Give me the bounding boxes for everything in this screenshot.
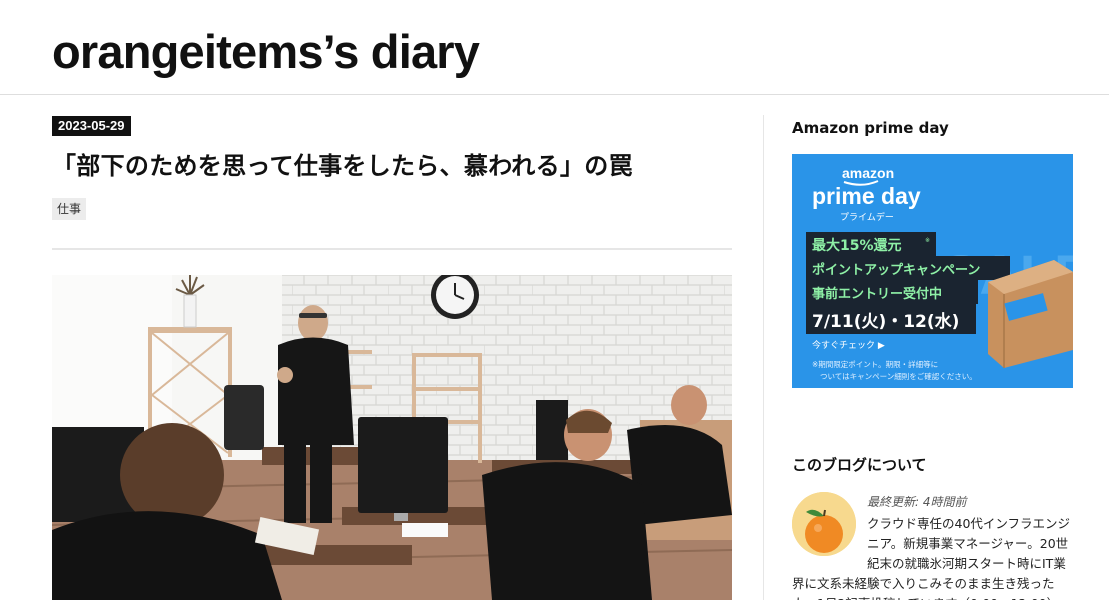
entry-date-link[interactable]: 2023-05-29 xyxy=(52,116,131,136)
office-meeting-illustration xyxy=(52,275,732,600)
ad-dates: 7/11(火)・12(水) xyxy=(812,311,959,332)
ad-line1: 最大15%還元 xyxy=(812,237,902,254)
amazon-module-title: Amazon prime day xyxy=(792,119,949,137)
ad-note2: ついてはキャンペーン細則をご確認ください。 xyxy=(820,371,977,381)
ad-line1-note: ※ xyxy=(925,237,930,244)
ad-line2: ポイントアップキャンペーン xyxy=(812,262,980,278)
amazon-prime-day-ad[interactable]: SALE amazon prime day プライムデー 最大15%還元 ※ ポ… xyxy=(792,154,1073,388)
about-blog-title: このブログについて xyxy=(792,456,927,474)
about-bio: クラウド専任の40代インフラエンジニア。新規事業マネージャー。20世紀末の就職氷… xyxy=(792,514,1072,600)
category-tag[interactable]: 仕事 xyxy=(52,198,87,220)
article: 2023-05-29 「部下のためを思って仕事をしたら、慕われる」の罠 仕事 xyxy=(52,115,732,250)
prime-day-banner-art: SALE amazon prime day プライムデー 最大15%還元 ※ ポ… xyxy=(792,154,1073,388)
site-header: orangeitems’s diary xyxy=(0,0,1109,95)
ad-note1: ※期間限定ポイント。期限・詳細等に xyxy=(812,359,938,369)
ad-line3: 事前エントリー受付中 xyxy=(812,286,942,302)
divider xyxy=(52,248,732,250)
article-hero-image xyxy=(52,275,732,600)
amazon-wordmark: amazon xyxy=(842,165,894,181)
prime-day-subhead: プライムデー xyxy=(840,211,894,223)
last-updated: 最終更新: 4時間前 xyxy=(867,495,967,509)
sidebar: Amazon prime day xyxy=(792,118,1074,138)
sidebar-divider xyxy=(763,115,764,600)
blog-title-link[interactable]: orangeitems’s diary xyxy=(52,24,480,80)
ad-cta: 今すぐチェック ▶ xyxy=(812,339,885,351)
prime-day-headline: prime day xyxy=(812,183,921,209)
entry-title[interactable]: 「部下のためを思って仕事をしたら、慕われる」の罠 xyxy=(52,150,732,182)
